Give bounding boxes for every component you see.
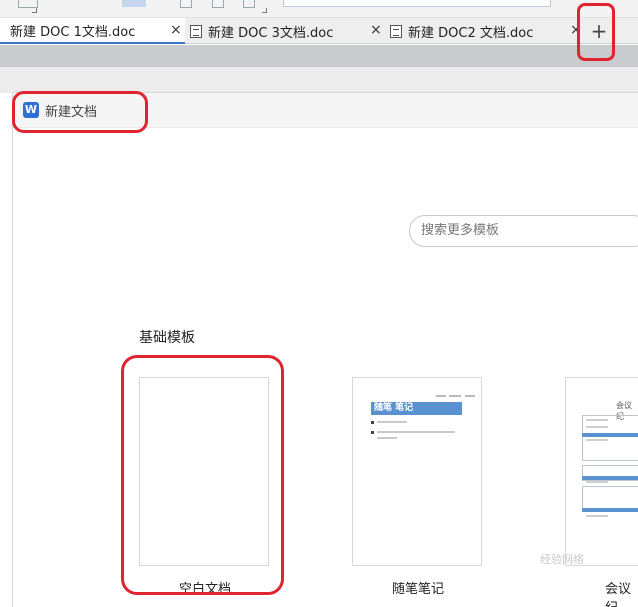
workspace-background: [0, 67, 638, 93]
template-preview-meta: [465, 395, 475, 397]
ribbon-dialog-launcher-icon[interactable]: [262, 8, 267, 13]
template-name-notes[interactable]: 随笔笔记: [392, 578, 444, 597]
template-preview-line: [377, 437, 397, 439]
ribbon-control: [212, 0, 224, 8]
tab-title: 新建 DOC 1文档.doc: [10, 24, 136, 40]
template-preview-line: [586, 481, 608, 483]
template-name-meeting[interactable]: 会议纪: [605, 578, 638, 607]
bullet-icon: [371, 431, 374, 434]
template-card-notes[interactable]: 随笔 笔记: [352, 377, 482, 566]
ribbon-field: [283, 0, 551, 7]
template-card-meeting[interactable]: 会议纪: [565, 377, 638, 566]
highlight-blank-template: [121, 355, 284, 595]
watermark: 经验网络: [540, 553, 584, 566]
template-preview-meta: [436, 395, 446, 397]
new-document-panel: [12, 92, 638, 607]
bullet-icon: [371, 421, 374, 424]
highlight-panel-title: [12, 91, 148, 133]
template-preview-meta: [449, 395, 461, 397]
ribbon-control: [18, 0, 38, 8]
template-preview-band: [582, 508, 638, 512]
tab-title: 新建 DOC2 文档.doc: [408, 25, 534, 41]
document-icon: [190, 24, 202, 38]
template-preview-line: [586, 426, 608, 428]
highlight-new-tab: [577, 3, 615, 61]
document-icon: [390, 24, 402, 38]
document-tab-bar: 新建 DOC 1文档.doc × 新建 DOC 3文档.doc × 新建 DOC…: [0, 18, 638, 44]
template-preview-line: [586, 439, 608, 441]
template-search-box[interactable]: [409, 215, 638, 247]
tab-title: 新建 DOC 3文档.doc: [208, 25, 334, 41]
template-preview-line: [586, 515, 608, 517]
tab-doc-3[interactable]: 新建 DOC 3文档.doc ×: [190, 18, 385, 44]
template-preview-line: [395, 421, 403, 423]
template-preview-band: [582, 433, 638, 437]
template-preview-band: [582, 476, 638, 480]
section-title-basic-templates: 基础模板: [139, 330, 195, 346]
ribbon-control: [180, 0, 192, 8]
ribbon-selected-control: [122, 0, 146, 7]
tab-doc-2[interactable]: 新建 DOC2 文档.doc ×: [390, 18, 585, 44]
template-preview-table: [582, 415, 638, 461]
template-preview-header: 随笔 笔记: [371, 402, 462, 415]
close-icon[interactable]: ×: [370, 22, 382, 38]
close-icon[interactable]: ×: [170, 22, 182, 38]
template-search-input[interactable]: [421, 223, 631, 238]
ribbon-dialog-launcher-icon[interactable]: [32, 8, 37, 13]
template-preview-line: [586, 419, 608, 421]
template-preview-line: [377, 431, 455, 433]
tab-doc-1[interactable]: 新建 DOC 1文档.doc ×: [0, 18, 185, 44]
ribbon-remnant: [0, 0, 638, 18]
toolbar-gutter: [0, 45, 638, 67]
ribbon-control: [243, 0, 255, 8]
